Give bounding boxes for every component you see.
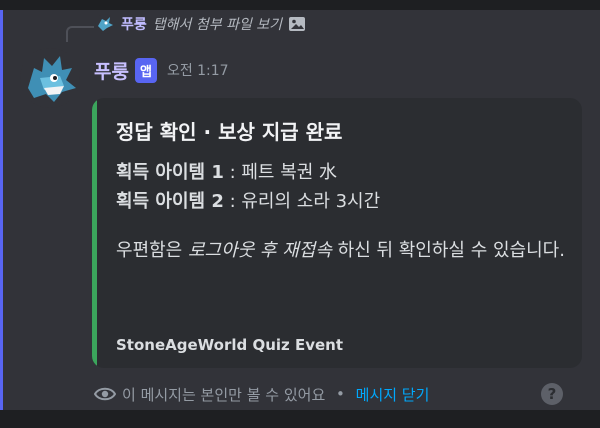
reply-text[interactable]: 탭해서 첨부 파일 보기	[153, 14, 282, 34]
timestamp: 오전 1:17	[166, 63, 229, 79]
embed-card: 정답 확인 · 보상 지급 완료 획득 아이템 1 : 페트 복권 水 획득 아…	[92, 98, 582, 368]
top-bar	[0, 0, 600, 10]
reward-value-2: : 유리의 소라 3시간	[223, 191, 381, 212]
image-icon	[289, 17, 306, 31]
reply-username[interactable]: 푸룽	[121, 14, 147, 34]
app-badge: 앱	[134, 57, 157, 83]
note-emphasis: 로그아웃 후 재접속	[187, 240, 332, 261]
embed-accent-bar	[92, 98, 97, 368]
dismiss-message-link[interactable]: 메시지 닫기	[356, 384, 430, 405]
note-suffix: 하신 뒤 확인하실 수 있습니다.	[331, 240, 565, 261]
note-prefix: 우편함은	[116, 240, 188, 261]
reply-connector	[66, 26, 94, 42]
reward-value-1: : 페트 복권 水	[223, 162, 338, 183]
message-header: 푸룽 앱 오전 1:17	[94, 56, 229, 84]
embed-description: 획득 아이템 1 : 페트 복권 水 획득 아이템 2 : 유리의 소라 3시간…	[116, 158, 566, 265]
ephemeral-notice: 이 메시지는 본인만 볼 수 있어요 • 메시지 닫기	[94, 382, 429, 406]
reply-avatar-icon	[95, 14, 115, 34]
reward-line-2: 획득 아이템 2 : 유리의 소라 3시간	[116, 187, 566, 216]
avatar[interactable]	[20, 48, 80, 108]
reward-label-2: 획득 아이템 2	[116, 191, 224, 212]
ephemeral-text: 이 메시지는 본인만 볼 수 있어요	[122, 385, 326, 404]
highlight-bar	[0, 10, 3, 410]
embed-title: 정답 확인 · 보상 지급 완료	[116, 120, 343, 144]
eye-icon	[94, 387, 116, 401]
username[interactable]: 푸룽	[94, 57, 129, 84]
help-icon[interactable]: ?	[541, 383, 563, 405]
reward-label-1: 획득 아이템 1	[116, 162, 224, 183]
reward-line-1: 획득 아이템 1 : 페트 복권 水	[116, 158, 566, 187]
separator-dot: •	[331, 385, 350, 403]
bottom-bar	[0, 410, 600, 428]
reply-preview[interactable]: 푸룽 탭해서 첨부 파일 보기	[95, 12, 306, 36]
mailbox-note: 우편함은 로그아웃 후 재접속 하신 뒤 확인하실 수 있습니다.	[116, 236, 566, 265]
embed-footer: StoneAgeWorld Quiz Event	[116, 336, 344, 354]
